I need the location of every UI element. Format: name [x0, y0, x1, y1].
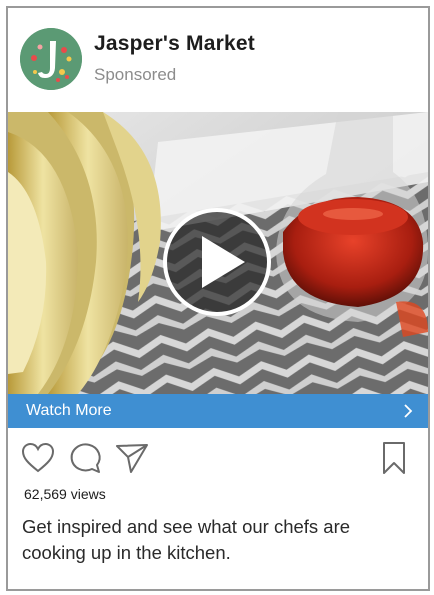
video-thumbnail[interactable] [8, 112, 428, 394]
play-icon [202, 236, 245, 288]
like-button[interactable] [20, 440, 56, 476]
share-button[interactable] [114, 440, 150, 476]
comment-button[interactable] [68, 440, 104, 476]
watch-more-button[interactable]: Watch More [8, 394, 428, 428]
view-count: 62,569 views [24, 486, 106, 502]
sponsored-label: Sponsored [94, 65, 177, 84]
brand-avatar[interactable] [20, 28, 82, 90]
chevron-right-icon [404, 404, 413, 418]
send-icon [116, 444, 148, 473]
play-button[interactable] [163, 208, 271, 316]
heart-icon [21, 442, 55, 473]
sponsored-post-card: Jasper's Market Sponsored Watch More 62,… [6, 6, 430, 591]
brand-name[interactable]: Jasper's Market [94, 32, 255, 56]
bookmark-icon [383, 442, 405, 474]
post-caption: Get inspired and see what our chefs are … [22, 516, 351, 563]
save-button[interactable] [376, 440, 412, 476]
post-actions-bar [8, 440, 428, 480]
watch-more-label: Watch More [26, 402, 112, 419]
comment-icon [70, 443, 101, 473]
jasper-logo-icon [20, 28, 82, 90]
post-header: Jasper's Market Sponsored [8, 8, 428, 112]
